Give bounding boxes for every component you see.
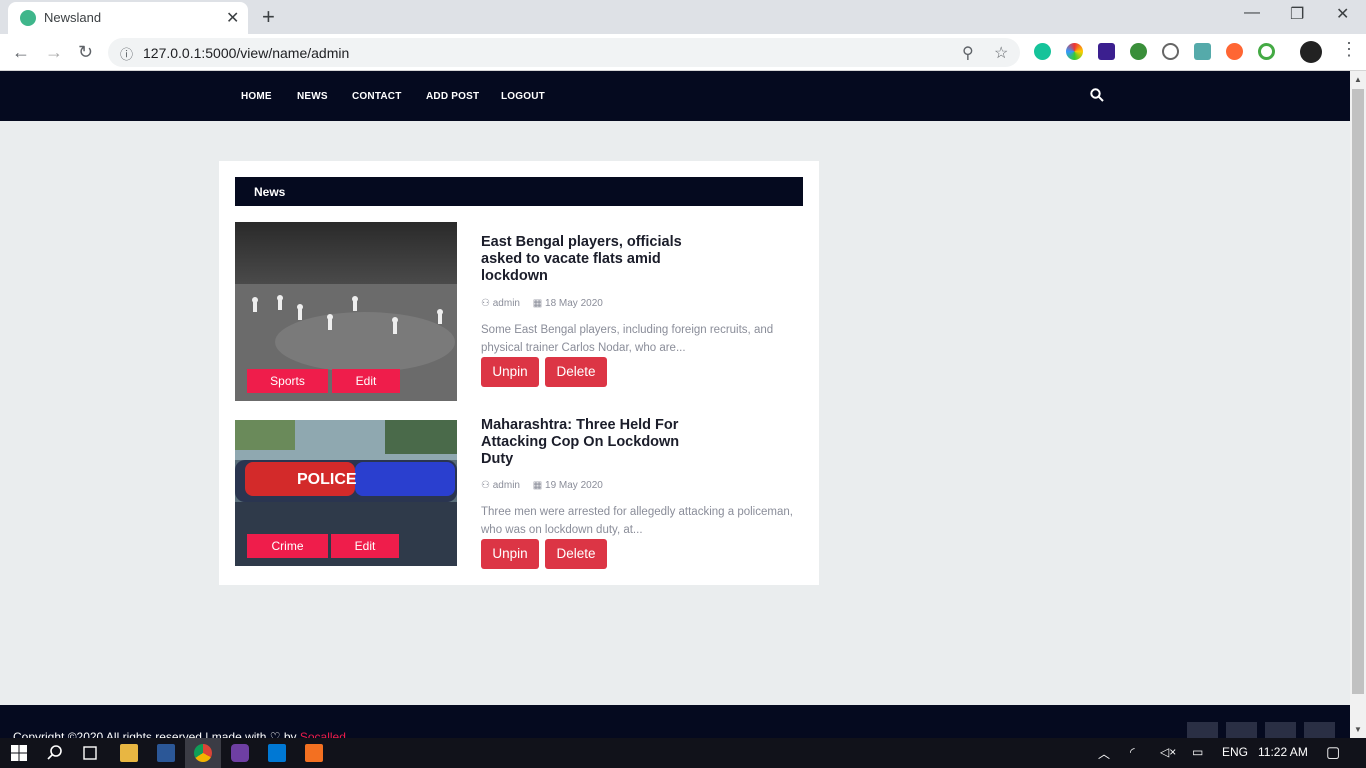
delete-button[interactable]: Delete <box>545 539 607 569</box>
category-tag[interactable]: Sports <box>247 369 328 393</box>
color-extension-icon[interactable] <box>1066 43 1083 60</box>
xampp-icon[interactable] <box>305 744 323 762</box>
browser-tab[interactable]: Newsland ✕ <box>8 2 248 34</box>
cube-extension-icon[interactable] <box>1098 43 1115 60</box>
close-window-button[interactable]: ✕ <box>1336 4 1349 24</box>
code-extension-icon[interactable] <box>1162 43 1179 60</box>
reload-button[interactable]: ↻ <box>78 42 93 63</box>
scroll-down-icon[interactable]: ▼ <box>1354 725 1362 734</box>
url-text[interactable]: 127.0.0.1:5000/view/name/admin <box>143 45 349 61</box>
nav-news[interactable]: NEWS <box>297 91 328 102</box>
battery-icon[interactable]: ▭ <box>1192 745 1203 759</box>
profile-avatar[interactable] <box>1300 41 1322 63</box>
grammarly-extension-icon[interactable] <box>1034 43 1051 60</box>
browser-toolbar: ← → ↻ ⓘ 127.0.0.1:5000/view/name/admin ⚲… <box>0 34 1366 71</box>
scrollbar-thumb[interactable] <box>1352 89 1364 694</box>
post-meta: ⚇ admin ▦ 19 May 2020 <box>481 480 603 491</box>
globe-extension-icon[interactable] <box>1130 43 1147 60</box>
language-indicator[interactable]: ENG <box>1222 745 1248 759</box>
calendar-icon: ▦ <box>532 480 546 491</box>
address-bar[interactable]: ⓘ 127.0.0.1:5000/view/name/admin ⚲ ☆ <box>108 38 1020 67</box>
tab-title: Newsland <box>44 10 102 25</box>
minimize-button[interactable]: — <box>1244 4 1260 22</box>
browser-menu-icon[interactable]: ⋮ <box>1340 39 1358 60</box>
post-date: 18 May 2020 <box>545 298 603 309</box>
news-card: News Sports Edit East Bengal players, of… <box>219 161 819 585</box>
nav-logout[interactable]: LOGOUT <box>501 91 545 102</box>
tray-expand-icon[interactable]: ︿ <box>1098 745 1110 762</box>
section-header: News <box>235 177 803 206</box>
youtube-icon[interactable] <box>1304 722 1335 738</box>
browser-tab-strip: Newsland ✕ + — ❐ ✕ <box>0 0 1366 34</box>
user-icon: ⚇ <box>481 298 493 309</box>
site-favicon-icon <box>20 10 36 26</box>
hat-extension-icon[interactable] <box>1194 43 1211 60</box>
unpin-button[interactable]: Unpin <box>481 539 539 569</box>
circle-extension-icon[interactable] <box>1258 43 1275 60</box>
section-title: News <box>254 185 286 199</box>
page-scrollbar[interactable]: ▲ ▼ <box>1350 71 1366 738</box>
file-explorer-icon[interactable] <box>120 744 138 762</box>
word-icon[interactable] <box>157 744 175 762</box>
site-footer: Copyright ©2020 All rights reserved | ma… <box>0 705 1350 744</box>
edit-post-button[interactable]: Edit <box>331 534 399 558</box>
unpin-button[interactable]: Unpin <box>481 357 539 387</box>
notifications-icon[interactable]: ▢ <box>1326 743 1340 761</box>
search-taskbar-icon[interactable] <box>46 744 64 762</box>
new-tab-button[interactable]: + <box>262 4 275 30</box>
maximize-button[interactable]: ❐ <box>1290 4 1304 24</box>
back-button[interactable]: ← <box>12 42 30 63</box>
nav-contact[interactable]: CONTACT <box>352 91 402 102</box>
svg-text:POLICE: POLICE <box>297 471 357 488</box>
tab-close-icon[interactable]: ✕ <box>226 8 239 28</box>
pinterest-icon[interactable] <box>1187 722 1218 738</box>
chrome-icon[interactable] <box>194 744 212 762</box>
post-item: POLICE Crime Edit Maharashtra: Three Hel… <box>235 417 803 570</box>
delete-button[interactable]: Delete <box>545 357 607 387</box>
volume-muted-icon[interactable]: ◁× <box>1160 745 1176 759</box>
user-icon: ⚇ <box>481 480 493 491</box>
nav-home[interactable]: HOME <box>241 91 272 102</box>
wifi-icon[interactable]: ◜ <box>1130 745 1135 759</box>
post-author: admin <box>492 480 520 491</box>
post-excerpt: Three men were arrested for allegedly at… <box>481 506 793 536</box>
edit-post-button[interactable]: Edit <box>332 369 400 393</box>
linkedin-icon[interactable] <box>1226 722 1257 738</box>
category-tag[interactable]: Crime <box>247 534 328 558</box>
clock[interactable]: 11:22 AM <box>1258 745 1308 759</box>
fire-extension-icon[interactable] <box>1226 43 1243 60</box>
instagram-icon[interactable] <box>1265 722 1296 738</box>
bookmark-star-icon[interactable]: ☆ <box>994 43 1008 63</box>
post-item: Sports Edit East Bengal players, officia… <box>235 222 803 402</box>
post-image-police[interactable]: POLICE Crime Edit <box>235 420 457 566</box>
nav-add-post[interactable]: ADD POST <box>426 91 479 102</box>
post-image-cricket[interactable]: Sports Edit <box>235 222 457 401</box>
post-meta: ⚇ admin ▦ 18 May 2020 <box>481 298 603 309</box>
post-date: 19 May 2020 <box>545 480 603 491</box>
scroll-up-icon[interactable]: ▲ <box>1354 75 1362 84</box>
site-navbar: HOME NEWS CONTACT ADD POST LOGOUT <box>0 71 1350 121</box>
windows-start-icon[interactable] <box>10 744 28 762</box>
site-info-icon[interactable]: ⓘ <box>120 44 133 63</box>
app-purple-icon[interactable] <box>231 744 249 762</box>
vscode-icon[interactable] <box>268 744 286 762</box>
post-title[interactable]: East Bengal players, officials asked to … <box>481 234 696 285</box>
calendar-icon: ▦ <box>532 298 546 309</box>
windows-taskbar: ︿ ◜ ◁× ▭ ENG 11:22 AM ▢ <box>0 738 1366 768</box>
post-author: admin <box>492 298 520 309</box>
search-icon[interactable] <box>1090 88 1104 102</box>
post-title[interactable]: Maharashtra: Three Held For Attacking Co… <box>481 417 696 468</box>
forward-button[interactable]: → <box>45 42 63 63</box>
task-view-icon[interactable] <box>81 744 99 762</box>
zoom-icon[interactable]: ⚲ <box>962 43 974 63</box>
post-excerpt: Some East Bengal players, including fore… <box>481 324 774 354</box>
